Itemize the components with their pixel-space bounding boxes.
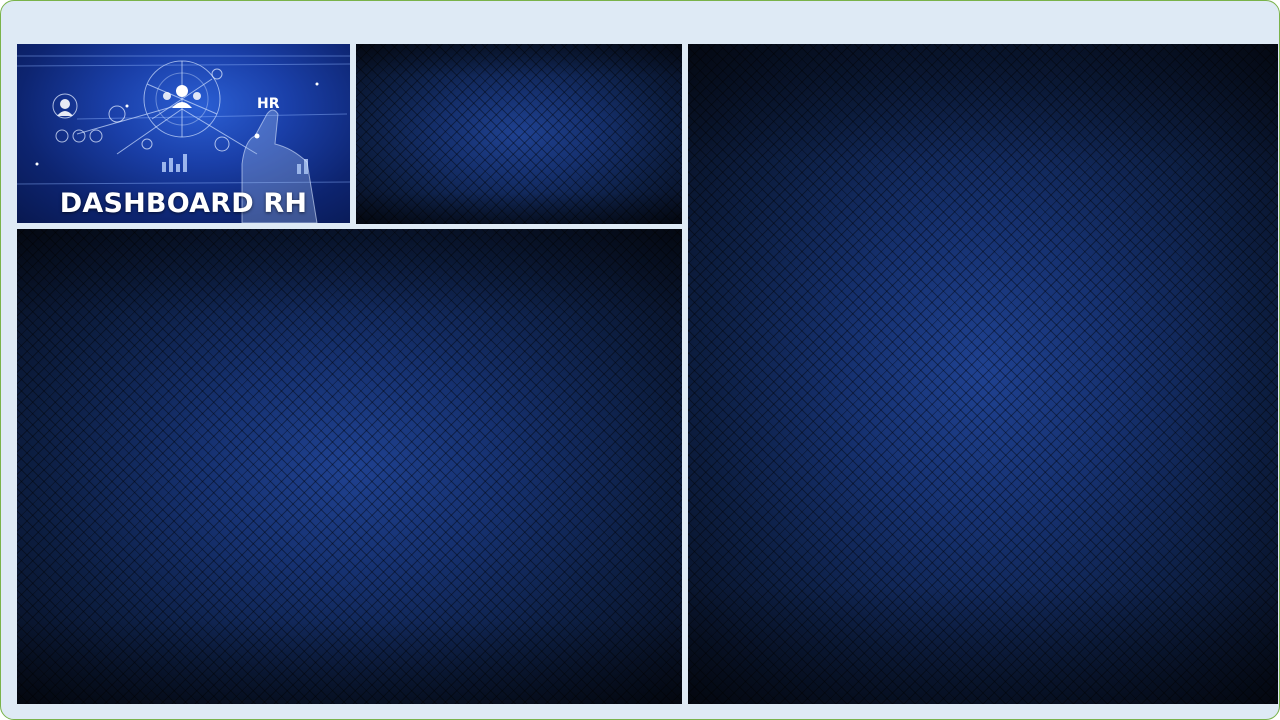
panel-bottom-left xyxy=(17,229,682,704)
hero-banner: HR DASHBOARD RH xyxy=(17,44,350,223)
panel-top-middle xyxy=(356,44,682,224)
panel-background-texture xyxy=(356,44,682,224)
hr-badge: HR xyxy=(257,96,280,112)
panel-background-texture xyxy=(17,229,682,704)
panel-background-texture xyxy=(688,44,1278,704)
dashboard-title: DASHBOARD RH xyxy=(59,188,308,219)
panel-right xyxy=(688,44,1278,704)
